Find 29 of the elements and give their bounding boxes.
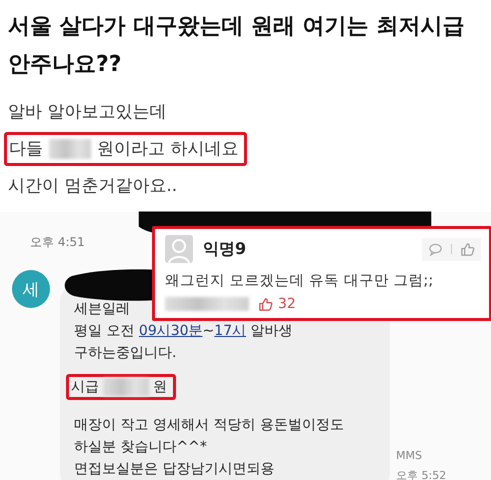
user-icon bbox=[165, 235, 193, 263]
thumbs-up-icon[interactable] bbox=[460, 242, 475, 256]
post-text: 시간이 멈춘거같아요.. bbox=[8, 175, 178, 198]
time-link[interactable]: 17시 bbox=[214, 323, 246, 339]
post-text: 원이라고 하시네요 bbox=[97, 138, 238, 161]
time-link[interactable]: 09시30분 bbox=[138, 323, 203, 339]
message-text: 시급 bbox=[71, 378, 99, 397]
message-text: 구하는중입니다. bbox=[74, 344, 176, 363]
message-text: 면접보실분은 답장남기시면되용 bbox=[74, 460, 274, 479]
post-text: 다들 bbox=[9, 138, 43, 161]
reply-icon[interactable] bbox=[428, 242, 443, 256]
blurred-amount bbox=[103, 378, 149, 396]
message-text: ~ bbox=[202, 323, 214, 339]
like-count: 32 bbox=[278, 296, 296, 312]
message-text: 세븐일레 bbox=[74, 300, 130, 319]
message-text: 하실분 찾습니다^^* bbox=[74, 438, 207, 457]
thumbs-up-icon bbox=[258, 296, 273, 312]
blurred-amount bbox=[49, 139, 91, 159]
avatar: 세 bbox=[12, 270, 50, 308]
received-time: 오후 4:51 bbox=[30, 234, 85, 251]
message-text: 매장이 작고 영세해서 적당히 용돈벌이정도 bbox=[74, 416, 344, 435]
message-type: MMS bbox=[396, 448, 423, 464]
message-text: 원 bbox=[153, 378, 167, 397]
post-text: 알바 알아보고있는데 bbox=[8, 101, 168, 124]
message-text: 알바생 bbox=[250, 323, 293, 339]
post-title: 서울 살다가 대구왔는데 원래 여기는 최저시급 안주나요?? bbox=[8, 13, 466, 79]
message-text: 평일 오전 bbox=[74, 323, 136, 339]
comment-author: 익명9 bbox=[203, 238, 246, 260]
comment-text: 왜그런지 모르겠는데 유독 대구만 그럼;; bbox=[165, 272, 434, 290]
